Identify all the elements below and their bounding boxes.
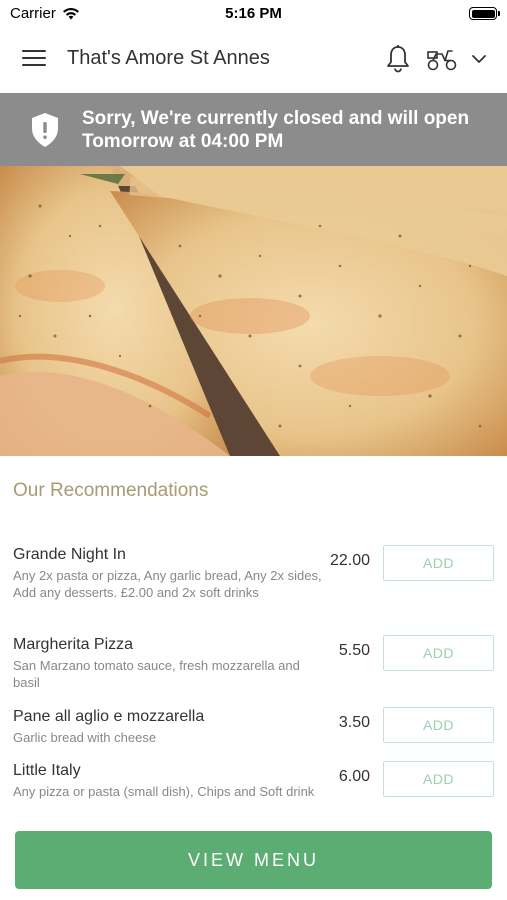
carrier: Carrier — [10, 5, 80, 22]
closed-message: Sorry, We're currently closed and will o… — [82, 108, 470, 152]
item-name: Little Italy — [13, 762, 81, 779]
item-description: San Marzano tomato sauce, fresh mozzarel… — [13, 658, 300, 690]
item-name: Margherita Pizza — [13, 636, 134, 653]
chevron-down-icon[interactable] — [470, 50, 488, 68]
closed-banner: Sorry, We're currently closed and will o… — [0, 93, 507, 166]
item-price: 5.50 — [338, 642, 370, 659]
item-price: 3.50 — [338, 714, 370, 731]
scooter-icon[interactable] — [426, 46, 458, 72]
item-name: Grande Night In — [13, 546, 126, 563]
battery-icon — [469, 7, 500, 20]
add-button[interactable]: ADD — [383, 761, 494, 797]
carrier-label: Carrier — [10, 5, 56, 22]
wifi-icon — [62, 7, 79, 20]
nav-bar: That's Amore St Annes — [0, 28, 507, 92]
item-price: 6.00 — [338, 768, 370, 785]
item-name: Pane all aglio e mozzarella — [13, 708, 205, 725]
add-button[interactable]: ADD — [383, 635, 494, 671]
menu-item: Margherita Pizza San Marzano tomato sauc… — [0, 635, 507, 695]
menu-item: Pane all aglio e mozzarella Garlic bread… — [0, 707, 507, 749]
menu-item: Little Italy Any pizza or pasta (small d… — [0, 761, 507, 821]
add-button[interactable]: ADD — [383, 545, 494, 581]
bell-icon[interactable] — [385, 44, 411, 74]
item-description: Any pizza or pasta (small dish), Chips a… — [13, 784, 315, 799]
status-bar: Carrier 5:16 PM — [0, 0, 507, 28]
view-menu-button[interactable]: VIEW MENU — [15, 831, 492, 889]
restaurant-title: That's Amore St Annes — [67, 47, 270, 69]
item-price: 22.00 — [329, 552, 370, 569]
shield-alert-icon — [32, 113, 58, 147]
hamburger-menu-icon[interactable] — [22, 50, 46, 68]
item-description: Garlic bread with cheese — [13, 730, 157, 745]
item-description: Any 2x pasta or pizza, Any garlic bread,… — [13, 568, 322, 600]
add-button[interactable]: ADD — [383, 707, 494, 743]
recommendations-heading: Our Recommendations — [13, 480, 209, 501]
pizza-hero-image — [0, 166, 507, 456]
menu-item: Grande Night In Any 2x pasta or pizza, A… — [0, 545, 507, 620]
